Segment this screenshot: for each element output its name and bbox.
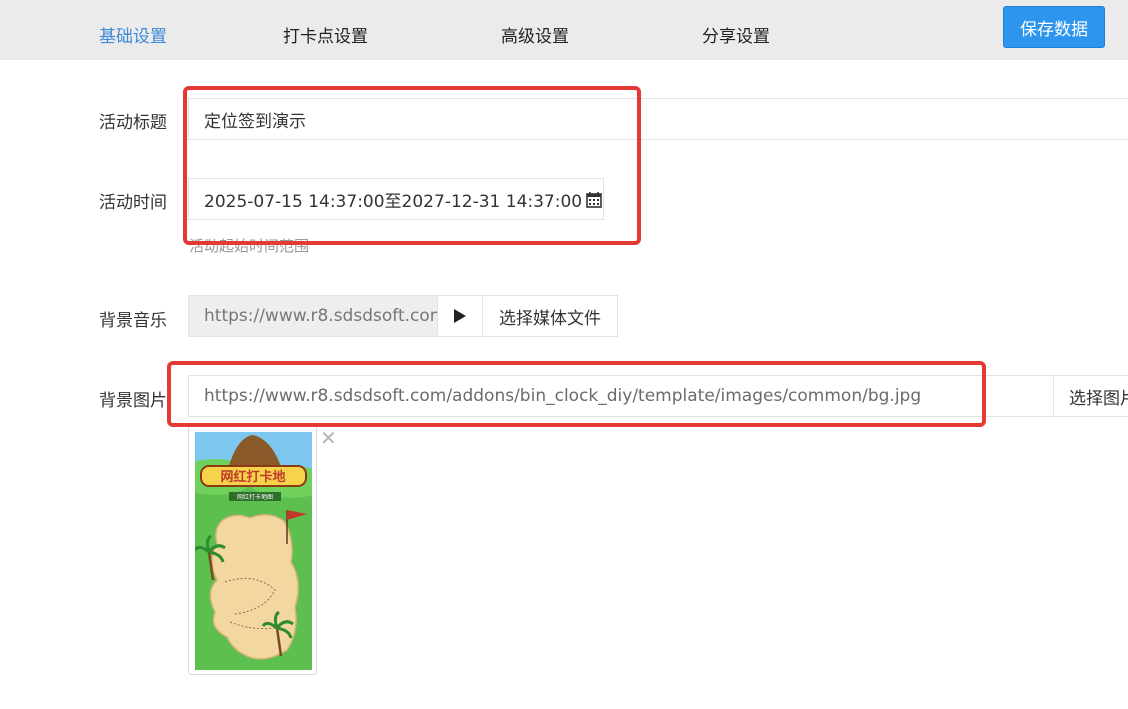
preview-image: 网红打卡地 网红打卡地图 bbox=[195, 432, 312, 670]
tab-checkin-point-settings[interactable]: 打卡点设置 bbox=[283, 22, 368, 47]
background-image-label: 背景图片 bbox=[99, 391, 167, 411]
activity-title-value: 定位签到演示 bbox=[204, 111, 306, 132]
background-music-url-input[interactable]: https://www.r8.sdsdsoft.com bbox=[188, 295, 438, 337]
choose-media-file-button[interactable]: 选择媒体文件 bbox=[482, 295, 618, 337]
activity-title-label: 活动标题 bbox=[99, 113, 167, 133]
calendar-icon[interactable] bbox=[586, 191, 602, 208]
activity-time-range-input[interactable]: 2025-07-15 14:37:00至2027-12-31 14:37:00 bbox=[188, 178, 604, 220]
activity-time-hint: 活动起始时间范围 bbox=[189, 237, 310, 255]
choose-image-button-label: 选择图片 bbox=[1069, 388, 1128, 409]
background-music-label: 背景音乐 bbox=[99, 311, 167, 331]
tab-bar: 基础设置 打卡点设置 高级设置 分享设置 保存数据 bbox=[0, 0, 1128, 60]
play-button[interactable] bbox=[437, 295, 483, 337]
remove-image-icon[interactable]: ✕ bbox=[320, 428, 337, 448]
save-data-button[interactable]: 保存数据 bbox=[1003, 6, 1105, 48]
background-image-url-input[interactable]: https://www.r8.sdsdsoft.com/addons/bin_c… bbox=[188, 375, 1054, 417]
preview-subtitle: 网红打卡地图 bbox=[237, 493, 273, 501]
background-image-preview: 网红打卡地 网红打卡地图 bbox=[188, 425, 317, 675]
background-music-url-value: https://www.r8.sdsdsoft.com bbox=[204, 306, 438, 326]
choose-image-button[interactable]: 选择图片 bbox=[1053, 375, 1128, 417]
activity-title-input[interactable]: 定位签到演示 bbox=[188, 98, 1128, 140]
background-image-url-value: https://www.r8.sdsdsoft.com/addons/bin_c… bbox=[204, 386, 922, 406]
activity-time-label: 活动时间 bbox=[99, 193, 167, 213]
preview-banner-text: 网红打卡地 bbox=[220, 469, 285, 485]
tab-advanced-settings[interactable]: 高级设置 bbox=[501, 22, 569, 47]
tab-share-settings[interactable]: 分享设置 bbox=[702, 22, 770, 47]
tab-basic-settings[interactable]: 基础设置 bbox=[99, 22, 167, 47]
play-icon bbox=[453, 308, 467, 324]
activity-time-value: 2025-07-15 14:37:00至2027-12-31 14:37:00 bbox=[204, 191, 583, 212]
